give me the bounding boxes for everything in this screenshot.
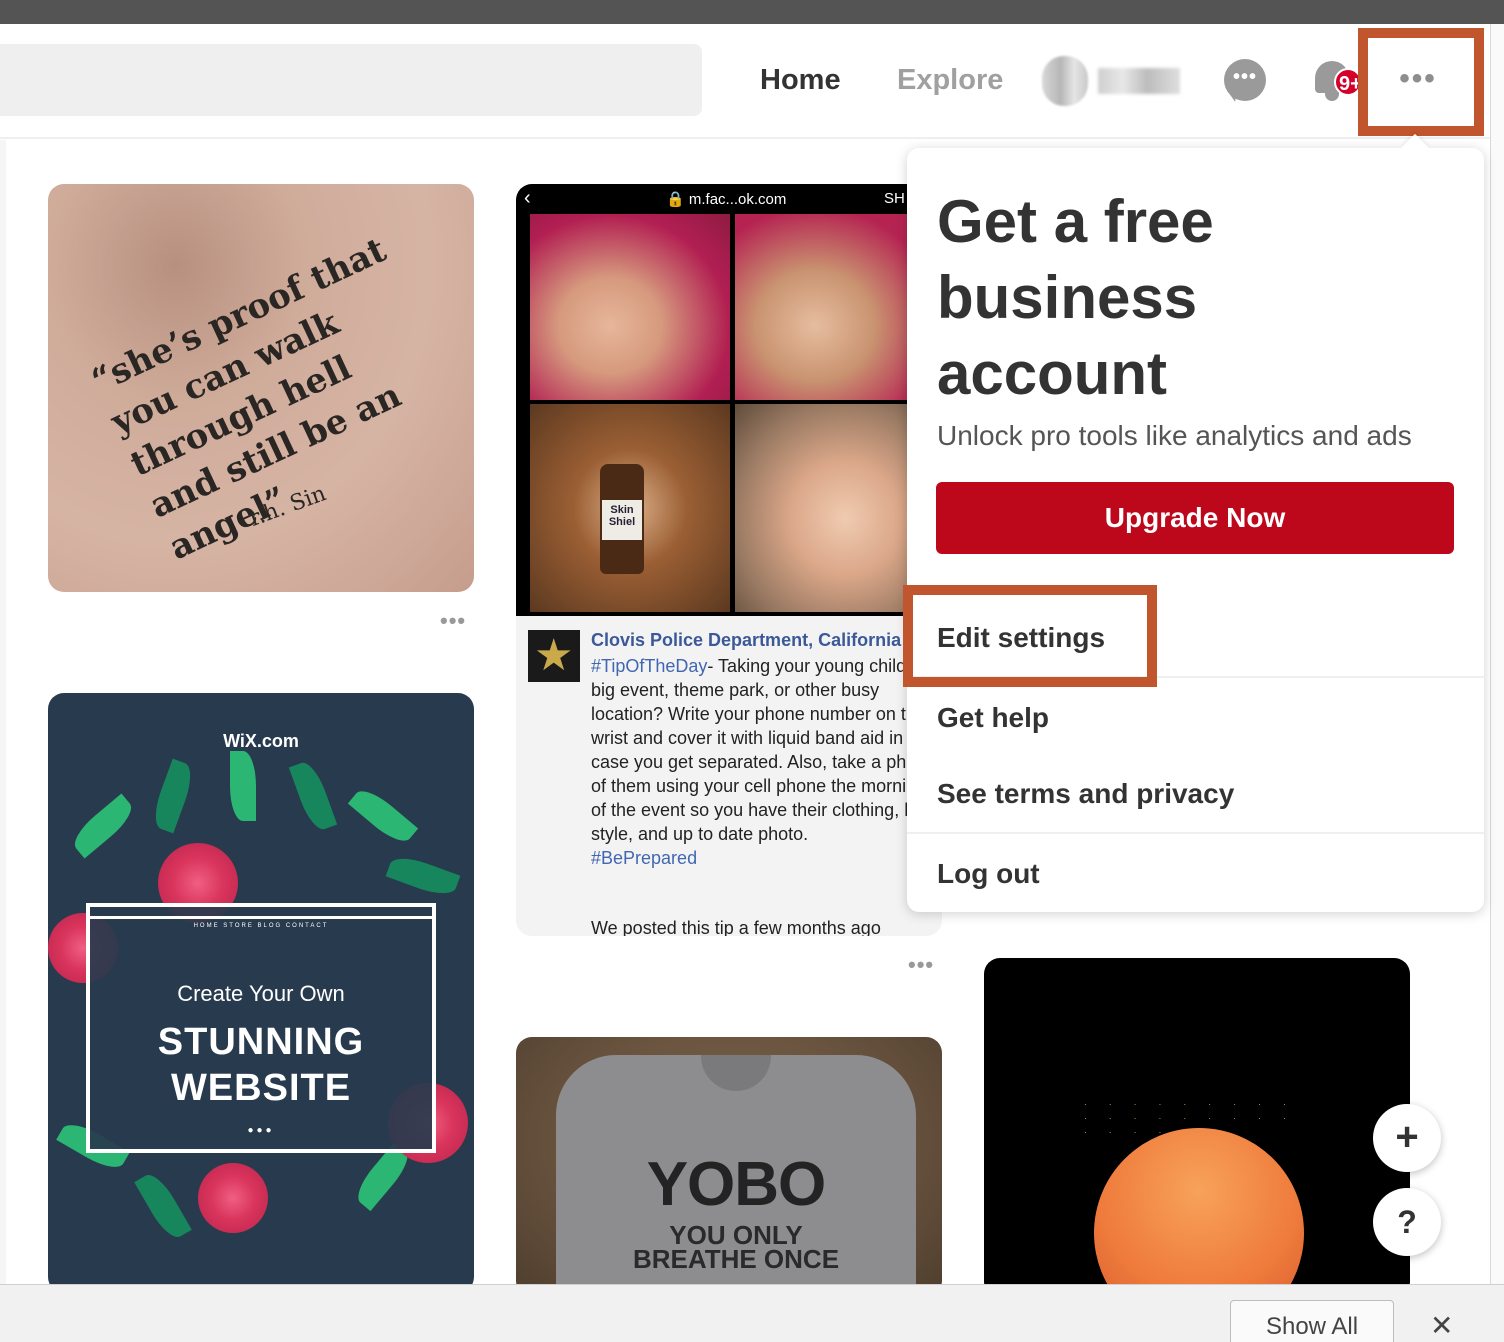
menu-item-log-out[interactable]: Log out xyxy=(937,858,1040,890)
profile-link[interactable] xyxy=(1042,56,1182,106)
add-pin-button[interactable]: + xyxy=(1373,1104,1441,1172)
pin-tattoo[interactable]: “she’s proof that you can walk through h… xyxy=(48,184,474,592)
photo-applying-liquid xyxy=(735,214,935,400)
url-text: 🔒 m.fac...ok.com xyxy=(666,191,787,208)
download-bar: Show All ✕ xyxy=(0,1284,1504,1342)
police-badge-icon xyxy=(528,630,580,682)
photo-washing xyxy=(735,404,935,612)
post-author: Clovis Police Department, California xyxy=(591,630,902,650)
dots-icon: ••• xyxy=(1232,66,1257,88)
help-button[interactable]: ? xyxy=(1373,1188,1441,1256)
close-icon[interactable]: ✕ xyxy=(1430,1311,1453,1341)
highlight-edit-settings xyxy=(903,585,1157,687)
feed-left-edge xyxy=(0,140,6,1290)
show-all-button[interactable]: Show All xyxy=(1230,1300,1394,1342)
promo-title: Get a free business account xyxy=(937,188,1214,407)
mockup-menu: HOME STORE BLOG CONTACT xyxy=(193,923,329,929)
pin-more-icon[interactable]: ••• xyxy=(908,952,934,978)
browser-bar: ‹ 🔒 m.fac...ok.com SH xyxy=(516,184,942,214)
photo-bottle: Skin Shiel xyxy=(530,404,730,612)
nav-home-link[interactable]: Home xyxy=(760,64,841,97)
post-content: Clovis Police Department, California #Ti… xyxy=(516,616,942,936)
search-input[interactable] xyxy=(0,44,702,116)
menu-item-get-help[interactable]: Get help xyxy=(937,702,1049,734)
share-text: SH xyxy=(884,190,905,207)
bottle-image: Skin Shiel xyxy=(600,464,644,574)
window-top-bar xyxy=(0,0,1504,24)
photo-wrist-writing xyxy=(530,214,730,400)
app-header: Home Explore ••• 9+ ••• xyxy=(0,24,1490,139)
shirt-text-big: YOBO xyxy=(646,1150,827,1219)
divider xyxy=(907,832,1484,834)
website-mockup: HOME STORE BLOG CONTACT Create Your Own … xyxy=(86,903,436,1153)
pin-facebook-post[interactable]: ‹ 🔒 m.fac...ok.com SH Skin Shiel Clovis … xyxy=(516,184,942,936)
pin-yobo-shirt[interactable]: YOBO YOU ONLY BREATHE ONCE xyxy=(516,1037,942,1297)
scrollbar[interactable] xyxy=(1490,24,1504,1286)
pin-more-icon[interactable]: ••• xyxy=(440,608,466,634)
promo-subtitle: Unlock pro tools like analytics and ads xyxy=(937,420,1412,451)
highlight-more-button xyxy=(1358,28,1484,136)
shirt-image: YOBO YOU ONLY BREATHE ONCE xyxy=(556,1055,916,1297)
pin-wix-ad[interactable]: WiX.com HOME STORE BLOG CONTACT Create Y… xyxy=(48,693,474,1293)
carousel-dots: ●●● xyxy=(247,1125,275,1136)
pin-sunset-art[interactable]: · · · · · · · · · · · · · · · · · · · · … xyxy=(984,958,1410,1298)
more-options-dropdown: Get a free business account Unlock pro t… xyxy=(907,133,1484,912)
back-icon: ‹ xyxy=(524,187,531,209)
nav-explore-link[interactable]: Explore xyxy=(897,64,1003,97)
avatar xyxy=(1042,56,1088,106)
speech-bubble-icon[interactable]: ••• xyxy=(1224,59,1266,101)
wix-logo: WiX.com xyxy=(223,731,299,751)
profile-name-redacted xyxy=(1098,68,1180,94)
menu-item-terms-privacy[interactable]: See terms and privacy xyxy=(937,778,1234,810)
upgrade-now-button[interactable]: Upgrade Now xyxy=(936,482,1454,554)
photo-grid: Skin Shiel xyxy=(516,214,942,616)
shirt-text-sub: YOU ONLY BREATHE ONCE xyxy=(632,1220,840,1274)
post-body: #TipOfTheDay- Taking your young child to… xyxy=(591,656,942,868)
post-footer: We posted this tip a few months ago xyxy=(591,918,881,936)
wix-headline-big: STUNNING WEBSITE xyxy=(157,1021,365,1109)
wix-headline-small: Create Your Own xyxy=(177,981,345,1006)
